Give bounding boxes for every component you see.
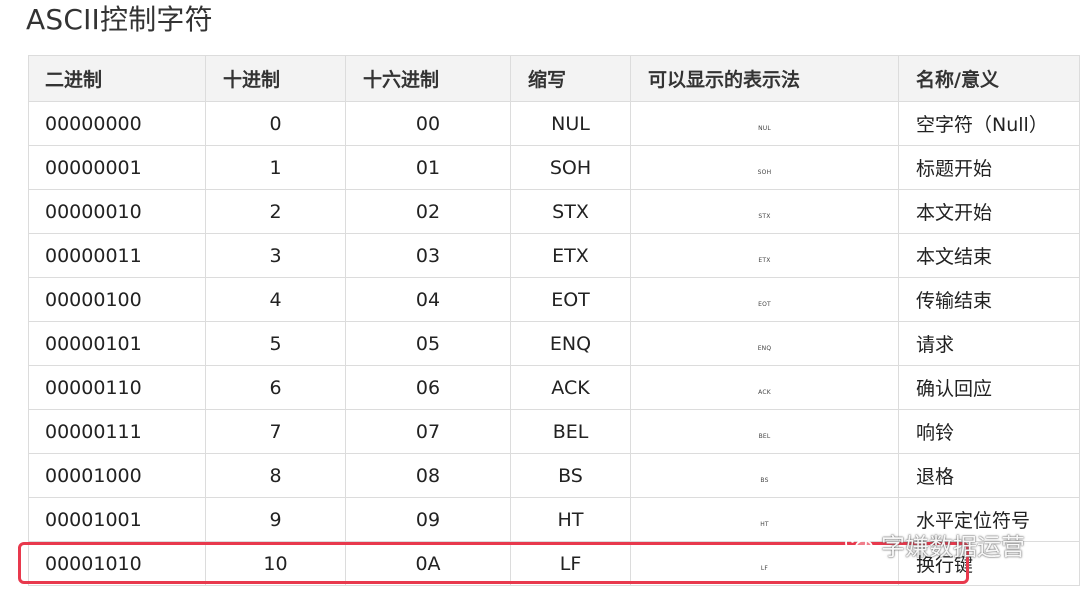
cell-name-meaning: 退格 [898, 453, 1080, 498]
ascii-control-table: 二进制 十进制 十六进制 缩写 可以显示的表示法 名称/意义 00000000 0… [28, 55, 1080, 586]
cell-decimal: 7 [205, 409, 346, 454]
table-row: 00001001 9 09 HT HT 水平定位符号 [28, 497, 1080, 542]
cell-display-symbol: STX [630, 189, 899, 234]
cell-binary: 00000100 [28, 277, 206, 322]
cell-abbreviation: NUL [510, 101, 631, 146]
control-symbol-glyph: BS [760, 476, 769, 484]
cell-abbreviation: ETX [510, 233, 631, 278]
cell-abbreviation: BS [510, 453, 631, 498]
cell-display-symbol: EOT [630, 277, 899, 322]
cell-display-symbol: ACK [630, 365, 899, 410]
cell-binary: 00000101 [28, 321, 206, 366]
table-row: 00000101 5 05 ENQ ENQ 请求 [28, 321, 1080, 366]
cell-binary: 00001001 [28, 497, 206, 542]
cell-binary: 00000001 [28, 145, 206, 190]
control-symbol-glyph: STX [758, 212, 771, 220]
cell-decimal: 10 [205, 541, 346, 586]
control-symbol-glyph: ACK [758, 388, 771, 396]
cell-display-symbol: LF [630, 541, 899, 586]
cell-binary: 00000110 [28, 365, 206, 410]
control-symbol-glyph: ENQ [757, 344, 772, 352]
control-symbol-glyph: NUL [758, 124, 771, 132]
cell-decimal: 3 [205, 233, 346, 278]
cell-decimal: 0 [205, 101, 346, 146]
cell-display-symbol: SOH [630, 145, 899, 190]
cell-display-symbol: HT [630, 497, 899, 542]
control-symbol-glyph: SOH [757, 168, 772, 176]
cell-decimal: 6 [205, 365, 346, 410]
page-title: ASCII控制字符 [26, 3, 213, 36]
table-row: 00000011 3 03 ETX ETX 本文结束 [28, 233, 1080, 278]
control-symbol-glyph: ETX [758, 256, 771, 264]
table-row: 00000000 0 00 NUL NUL 空字符（Null） [28, 101, 1080, 146]
cell-abbreviation: STX [510, 189, 631, 234]
control-symbol-glyph: HT [760, 520, 769, 528]
control-symbol-glyph: EOT [758, 300, 771, 308]
cell-name-meaning: 传输结束 [898, 277, 1080, 322]
cell-name-meaning: 换行键 [898, 541, 1080, 586]
cell-hex: 04 [345, 277, 511, 322]
table-row: 00000001 1 01 SOH SOH 标题开始 [28, 145, 1080, 190]
cell-name-meaning: 确认回应 [898, 365, 1080, 410]
cell-binary: 00000011 [28, 233, 206, 278]
table-row: 00000010 2 02 STX STX 本文开始 [28, 189, 1080, 234]
cell-decimal: 4 [205, 277, 346, 322]
cell-abbreviation: SOH [510, 145, 631, 190]
cell-abbreviation: HT [510, 497, 631, 542]
cell-name-meaning: 响铃 [898, 409, 1080, 454]
table-row: 00000111 7 07 BEL BEL 响铃 [28, 409, 1080, 454]
cell-decimal: 1 [205, 145, 346, 190]
cell-decimal: 8 [205, 453, 346, 498]
cell-binary: 00000000 [28, 101, 206, 146]
cell-abbreviation: ENQ [510, 321, 631, 366]
header-binary: 二进制 [28, 55, 206, 102]
header-abbreviation: 缩写 [510, 55, 631, 102]
cell-name-meaning: 空字符（Null） [898, 101, 1080, 146]
cell-hex: 07 [345, 409, 511, 454]
cell-display-symbol: ENQ [630, 321, 899, 366]
table-row: 00000100 4 04 EOT EOT 传输结束 [28, 277, 1080, 322]
cell-hex: 06 [345, 365, 511, 410]
cell-name-meaning: 请求 [898, 321, 1080, 366]
cell-hex: 00 [345, 101, 511, 146]
table-row: 00001010 10 0A LF LF 换行键 [28, 541, 1080, 586]
cell-hex: 02 [345, 189, 511, 234]
cell-display-symbol: ETX [630, 233, 899, 278]
cell-binary: 00000010 [28, 189, 206, 234]
control-symbol-glyph: BEL [758, 432, 771, 440]
cell-binary: 00001000 [28, 453, 206, 498]
cell-hex: 05 [345, 321, 511, 366]
cell-binary: 00000111 [28, 409, 206, 454]
cell-display-symbol: BEL [630, 409, 899, 454]
cell-hex: 0A [345, 541, 511, 586]
header-hex: 十六进制 [345, 55, 511, 102]
cell-hex: 03 [345, 233, 511, 278]
table-body: 00000000 0 00 NUL NUL 空字符（Null） 00000001 1 01 SOH… [28, 101, 1080, 586]
header-name-meaning: 名称/意义 [898, 55, 1080, 102]
table-header-row: 二进制 十进制 十六进制 缩写 可以显示的表示法 名称/意义 [28, 55, 1080, 102]
cell-hex: 01 [345, 145, 511, 190]
header-decimal: 十进制 [205, 55, 346, 102]
control-symbol-glyph: LF [760, 564, 769, 572]
cell-abbreviation: EOT [510, 277, 631, 322]
cell-display-symbol: BS [630, 453, 899, 498]
cell-abbreviation: BEL [510, 409, 631, 454]
cell-name-meaning: 本文开始 [898, 189, 1080, 234]
cell-name-meaning: 标题开始 [898, 145, 1080, 190]
cell-abbreviation: LF [510, 541, 631, 586]
cell-hex: 08 [345, 453, 511, 498]
cell-decimal: 5 [205, 321, 346, 366]
cell-decimal: 9 [205, 497, 346, 542]
cell-binary: 00001010 [28, 541, 206, 586]
header-display-symbol: 可以显示的表示法 [630, 55, 899, 102]
cell-name-meaning: 水平定位符号 [898, 497, 1080, 542]
table-row: 00001000 8 08 BS BS 退格 [28, 453, 1080, 498]
cell-abbreviation: ACK [510, 365, 631, 410]
cell-name-meaning: 本文结束 [898, 233, 1080, 278]
cell-decimal: 2 [205, 189, 346, 234]
table-row: 00000110 6 06 ACK ACK 确认回应 [28, 365, 1080, 410]
cell-display-symbol: NUL [630, 101, 899, 146]
cell-hex: 09 [345, 497, 511, 542]
